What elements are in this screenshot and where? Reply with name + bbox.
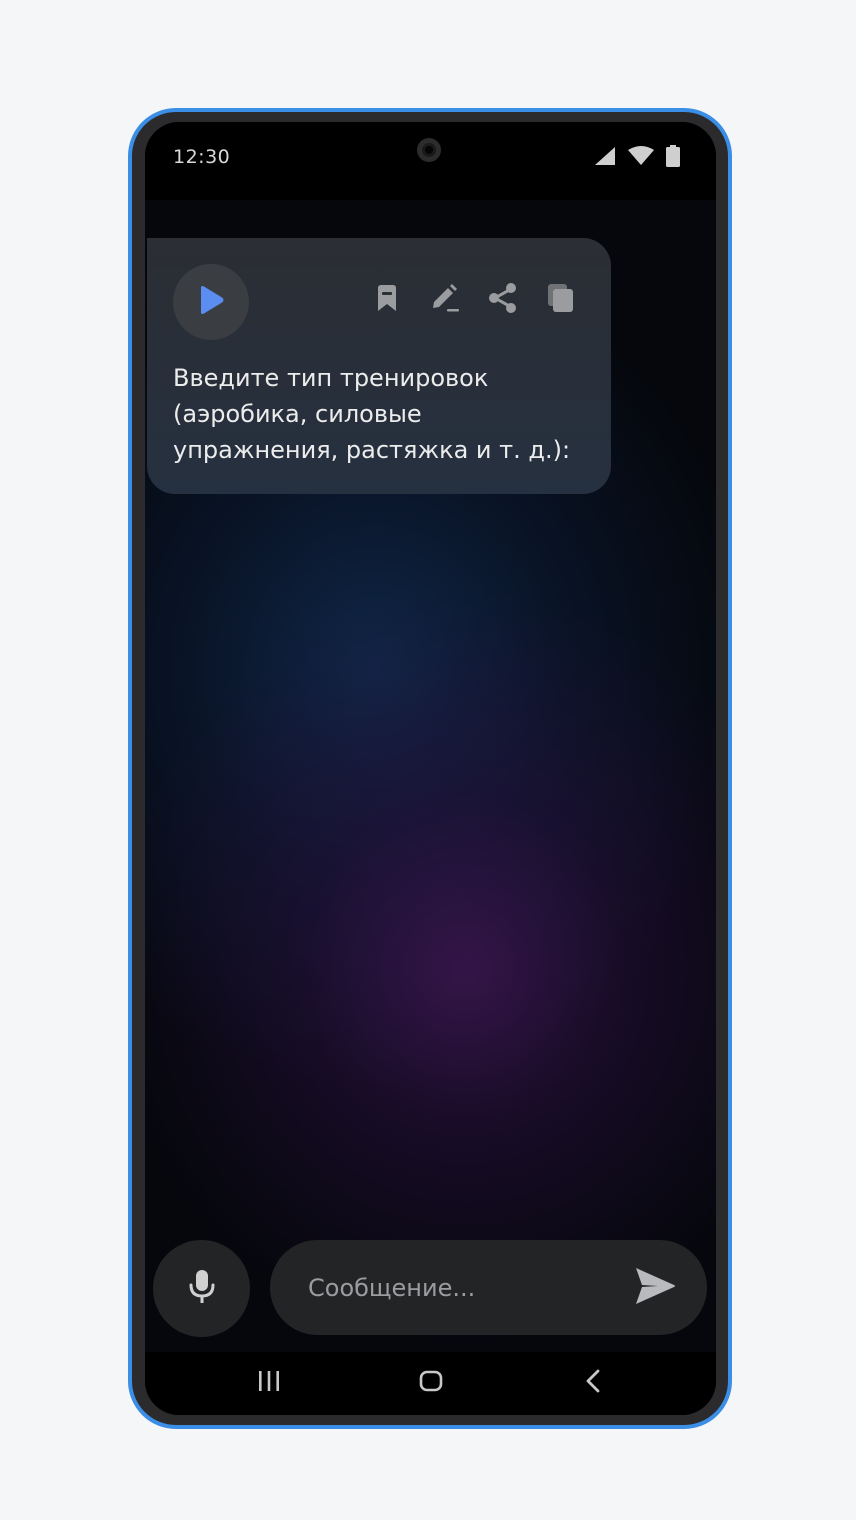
message-text: Введите тип тренировок (аэробика, силовы… <box>173 360 593 468</box>
bookmark-icon <box>375 284 399 316</box>
composer-bar <box>145 1232 716 1342</box>
share-button[interactable] <box>487 282 519 318</box>
copy-icon <box>547 283 575 317</box>
navigation-bar <box>145 1352 716 1415</box>
wifi-icon <box>627 146 655 166</box>
edit-icon <box>430 283 460 317</box>
play-button[interactable] <box>173 264 249 340</box>
copy-button[interactable] <box>545 284 577 316</box>
recents-icon <box>257 1369 281 1397</box>
message-line: (аэробика, силовые <box>173 400 422 428</box>
message-actions <box>371 282 577 318</box>
battery-icon <box>666 145 680 167</box>
message-line: Введите тип тренировок <box>173 364 489 392</box>
share-icon <box>487 282 519 318</box>
message-input-container <box>270 1240 707 1335</box>
back-icon <box>583 1368 603 1398</box>
status-icons <box>594 144 680 168</box>
home-icon <box>419 1369 443 1397</box>
phone-screen: 12:30 Введите тип тренировок (аэробика, … <box>145 122 716 1415</box>
bookmark-button[interactable] <box>371 284 403 316</box>
recents-button[interactable] <box>249 1366 289 1400</box>
front-camera <box>417 138 441 162</box>
back-button[interactable] <box>573 1366 613 1400</box>
home-button[interactable] <box>411 1366 451 1400</box>
status-time: 12:30 <box>173 146 231 168</box>
message-line: упражнения, растяжка и т. д.): <box>173 436 571 464</box>
microphone-icon <box>189 1269 215 1309</box>
edit-button[interactable] <box>429 284 461 316</box>
mic-button[interactable] <box>153 1240 250 1337</box>
send-button[interactable] <box>633 1266 677 1310</box>
play-icon <box>197 285 225 319</box>
signal-icon <box>594 146 616 166</box>
status-bar: 12:30 <box>145 122 716 200</box>
message-input[interactable] <box>306 1267 620 1309</box>
send-icon <box>634 1266 676 1310</box>
